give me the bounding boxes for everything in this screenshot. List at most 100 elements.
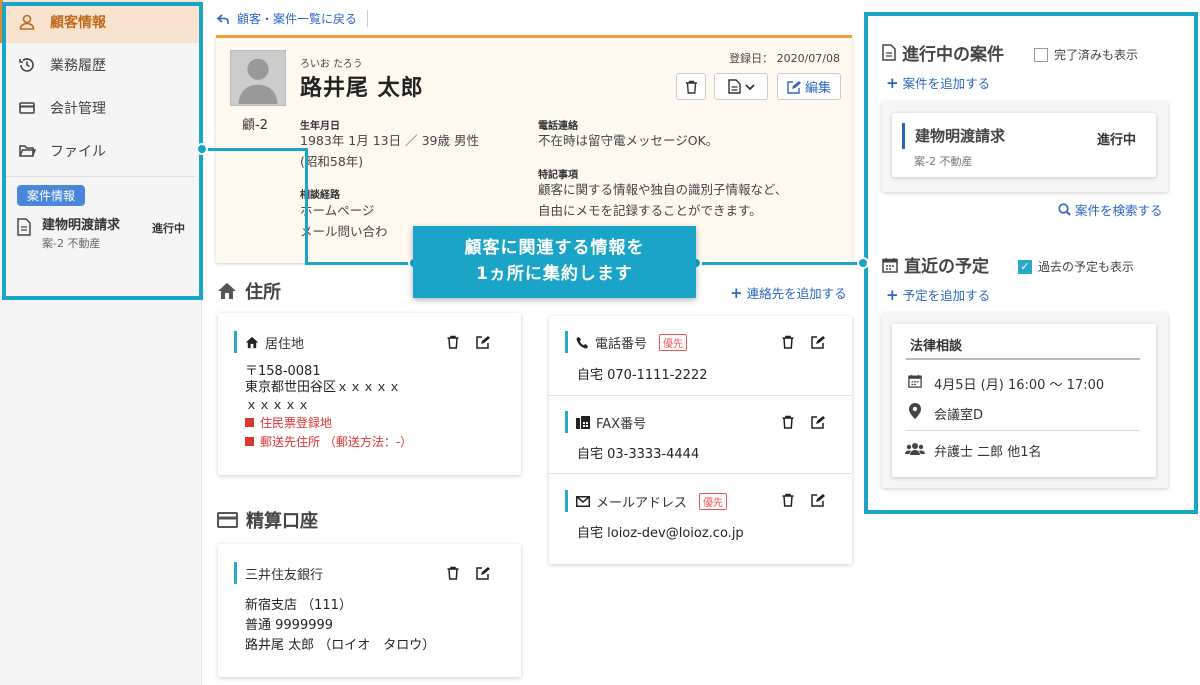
edit-button[interactable]: 編集 <box>777 73 841 100</box>
document-menu-button[interactable] <box>714 73 768 100</box>
chevron-down-icon <box>744 83 755 90</box>
address-line-1: 東京都世田谷区ｘｘｘｘｘ <box>245 380 402 395</box>
priority-badge: 優先 <box>699 492 728 510</box>
callout-connector <box>202 148 307 151</box>
show-completed-label: 完了済みも表示 <box>1054 48 1139 62</box>
callout-box: 顧客に関連する情報を 1ヵ所に集約します <box>413 226 696 298</box>
customer-kana: ろいお たろう <box>300 59 363 70</box>
card-actions <box>446 566 490 580</box>
schedule-attendees: 弁護士 二郎 他1名 <box>934 445 1042 460</box>
contact-phone: 電話番号 優先 自宅 070-1111-2222 <box>549 316 852 396</box>
contact-title: メールアドレス 優先 <box>565 490 728 512</box>
case-card-status: 進行中 <box>1096 133 1136 148</box>
users-icon <box>905 443 925 455</box>
schedule-card[interactable]: 法律相談 4月5日 (月) 16:00 〜 17:00 会議室D 弁護士 二郎 … <box>892 324 1156 477</box>
case-card-sub: 案-2 不動産 <box>914 155 973 168</box>
plus-icon: + <box>886 285 899 304</box>
contact-title-text: FAX番号 <box>596 416 647 432</box>
edit-label: 編集 <box>804 81 831 96</box>
cases-heading: 進行中の案件 <box>882 40 1004 65</box>
add-case-link[interactable]: + 案件を追加する <box>886 73 990 92</box>
edit-icon[interactable] <box>811 415 825 429</box>
bank-heading-text: 精算口座 <box>246 511 318 532</box>
priority-badge: 優先 <box>659 333 688 351</box>
phone-contact-value: 不在時は留守電メッセージOK。 <box>538 133 719 148</box>
add-case-label: 案件を追加する <box>902 76 991 91</box>
edit-icon[interactable] <box>476 335 490 349</box>
source-value: ホームページ <box>300 203 375 218</box>
avatar <box>230 50 286 106</box>
edit-icon[interactable] <box>476 566 490 580</box>
notes-value: 顧客に関する情報や独自の識別子情報など、 <box>538 182 788 197</box>
bank-heading: 精算口座 <box>217 507 318 533</box>
source-value-2: メール問い合わ <box>300 224 388 239</box>
schedule-place: 会議室D <box>934 408 984 423</box>
add-contact-link[interactable]: + 連絡先を追加する <box>730 283 847 302</box>
contact-value: 自宅 070-1111-2222 <box>577 368 708 383</box>
add-schedule-link[interactable]: + 予定を追加する <box>886 285 990 304</box>
address-heading: 住所 <box>217 278 281 304</box>
schedule-datetime: 4月5日 (月) 16:00 〜 17:00 <box>934 378 1105 393</box>
phone-icon <box>576 336 589 349</box>
bank-holder: 路井尾 太郎 （ロイオ タロウ） <box>245 638 436 653</box>
location-icon <box>909 403 921 419</box>
address-type: 居住地 <box>265 336 305 352</box>
birth-era: (昭和58年) <box>300 154 364 169</box>
show-past-checkbox[interactable]: ✓ 過去の予定も表示 <box>1018 258 1134 275</box>
contact-title-text: 電話番号 <box>595 336 648 352</box>
cases-heading-text: 進行中の案件 <box>902 45 1004 65</box>
address-card-title: 居住地 <box>234 331 304 353</box>
contact-fax: FAX番号 自宅 03-3333-4444 <box>549 396 852 474</box>
bank-branch: 新宿支店 （111） <box>245 598 352 613</box>
trash-icon[interactable] <box>446 335 460 349</box>
address-card: 居住地 〒158-0081 東京都世田谷区ｘｘｘｘｘ ｘｘｘｘｘ 住民票登録地 … <box>218 313 521 475</box>
back-arrow-icon <box>217 13 229 24</box>
schedule-heading-text: 直近の予定 <box>904 257 989 277</box>
tag-mailing-label: 郵送先住所 （郵送方法：-） <box>260 435 413 449</box>
bank-card-title: 三井住友銀行 <box>234 562 323 584</box>
delete-button[interactable] <box>676 73 706 100</box>
contact-title: 電話番号 優先 <box>565 331 688 353</box>
checkbox[interactable] <box>1034 47 1048 62</box>
callout-connector <box>305 148 308 264</box>
card-actions <box>781 493 825 507</box>
schedule-title: 法律相談 <box>910 339 963 354</box>
trash-icon[interactable] <box>446 566 460 580</box>
birth-value: 1983年 1月 13日 ／ 39歳 男性 <box>300 133 479 148</box>
customer-id: 顧-2 <box>242 118 268 133</box>
card-actions <box>781 415 825 429</box>
contact-email: メールアドレス 優先 自宅 loioz-dev@loioz.co.jp <box>549 474 852 564</box>
trash-icon[interactable] <box>781 415 795 429</box>
mail-icon <box>576 495 590 507</box>
trash-icon <box>685 80 697 94</box>
search-case-link[interactable]: 案件を検索する <box>1058 200 1163 219</box>
callout-connector <box>305 262 415 265</box>
document-icon <box>727 79 741 94</box>
card-icon <box>217 512 238 528</box>
case-list-panel: 建物明渡請求 進行中 案-2 不動産 <box>882 102 1168 192</box>
contact-title: FAX番号 <box>565 411 646 433</box>
trash-icon[interactable] <box>781 493 795 507</box>
checkbox-checked[interactable]: ✓ <box>1018 259 1032 274</box>
fax-icon <box>576 415 590 429</box>
divider <box>906 358 1140 360</box>
search-icon <box>1058 203 1071 216</box>
address-line-2: ｘｘｘｘｘ <box>245 398 311 413</box>
contacts-card: 電話番号 優先 自宅 070-1111-2222 FAX番号 自宅 03-333… <box>549 316 852 564</box>
trash-icon[interactable] <box>781 335 795 349</box>
show-completed-checkbox[interactable]: 完了済みも表示 <box>1034 46 1138 63</box>
back-link[interactable]: 顧客・案件一覧に戻る <box>217 10 369 27</box>
case-card[interactable]: 建物明渡請求 進行中 案-2 不動産 <box>892 113 1156 177</box>
bank-account: 普通 9999999 <box>245 618 334 633</box>
case-card-title: 建物明渡請求 <box>902 123 1005 149</box>
calendar-icon <box>908 374 922 388</box>
calendar-icon <box>882 257 898 273</box>
bank-card: 三井住友銀行 新宿支店 （111） 普通 9999999 路井尾 太郎 （ロイオ… <box>218 544 521 677</box>
main-content: 顧客・案件一覧に戻る 顧-2 ろいお たろう 路井尾 太郎 登録日： 2020/… <box>203 0 863 685</box>
search-case-label: 案件を検索する <box>1075 203 1163 218</box>
contact-value: 自宅 loioz-dev@loioz.co.jp <box>577 526 744 541</box>
edit-icon[interactable] <box>811 335 825 349</box>
callout-line-1: 顧客に関連する情報を <box>464 238 645 258</box>
home-icon <box>218 283 236 299</box>
edit-icon[interactable] <box>811 493 825 507</box>
